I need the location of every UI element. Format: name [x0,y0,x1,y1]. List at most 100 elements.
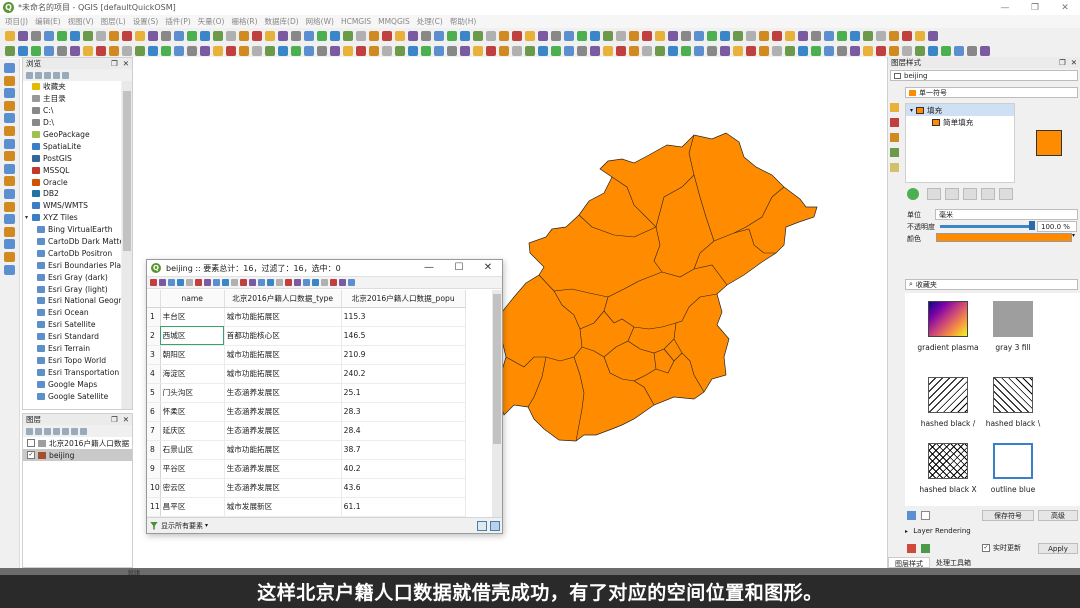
browser-item[interactable]: Esri Satellite [23,319,121,331]
redo-icon[interactable] [654,45,665,56]
cut-features-icon[interactable] [602,45,613,56]
cell-name[interactable]: 丰台区 [160,307,225,327]
layout-manager-icon[interactable] [69,30,80,41]
add-wcs-icon[interactable] [4,214,15,225]
layout-manager-icon[interactable] [849,30,860,41]
browser-item[interactable]: ▾ XYZ Tiles [23,212,121,224]
edit-toggle-icon[interactable] [277,45,288,56]
browser-item[interactable]: Esri National Geogra [23,295,121,307]
cell-name[interactable]: 海淀区 [160,364,225,384]
save-project-icon[interactable] [420,30,431,41]
zoom-last-icon[interactable] [186,30,197,41]
add-vector-layer-icon[interactable] [4,63,15,73]
refresh-icon[interactable] [628,30,639,41]
style-manager-icon[interactable] [472,30,483,41]
select-features-icon[interactable] [264,30,275,41]
history-tab-icon[interactable] [890,163,899,172]
expand-all-icon[interactable] [62,427,69,435]
zoom-full-icon[interactable] [147,30,158,41]
pan-to-selection-icon[interactable] [888,30,899,41]
select-features-icon[interactable] [654,30,665,41]
filter-legend-icon[interactable] [53,427,60,435]
add-symbol-layer-icon[interactable] [907,188,919,200]
add-geopackage-icon[interactable] [4,113,15,124]
show-hide-label-icon[interactable] [173,45,184,56]
cell-popu[interactable]: 146.5 [341,326,466,346]
opacity-slider[interactable] [940,225,1030,228]
cell-type[interactable]: 生态涵养发展区 [224,383,342,403]
edit-toggle-icon[interactable] [17,45,28,56]
paste-features-icon[interactable] [628,45,639,56]
rotate-label-icon[interactable] [199,45,210,56]
delete-selected-icon[interactable] [329,45,340,56]
delete-selected-icon[interactable] [589,45,600,56]
close-panel-icon[interactable]: ✕ [123,59,129,68]
remove-layer-icon[interactable] [80,427,87,435]
temporal-controller-icon[interactable] [615,30,626,41]
pin-label-icon[interactable] [680,45,691,56]
zoom-in-icon[interactable] [511,30,522,41]
select-by-value-icon[interactable] [680,30,691,41]
copy-features-icon[interactable] [95,45,106,56]
bookmark-icon[interactable] [381,30,392,41]
browser-item[interactable]: PostGIS [23,152,121,164]
field-calculator-icon[interactable] [316,30,327,41]
symbol-library-item[interactable]: hashed black X [915,443,981,494]
layout-manager-icon[interactable] [459,30,470,41]
zoom-to-layer-icon[interactable] [563,30,574,41]
snapping-icon[interactable] [238,45,249,56]
redo-icon[interactable] [134,45,145,56]
move-selection-top-icon[interactable] [276,279,283,286]
style-manager-icon[interactable] [82,30,93,41]
browser-item[interactable]: CartoDb Positron [23,247,121,259]
cell-popu[interactable]: 240.2 [341,364,466,384]
deselect-icon[interactable] [277,30,288,41]
column-header-name[interactable]: name [160,290,225,308]
deselect-icon[interactable] [667,30,678,41]
cut-features-icon[interactable] [82,45,93,56]
manage-map-themes-icon[interactable] [44,427,51,435]
deselect-icon[interactable] [258,279,265,286]
zoom-full-icon[interactable] [537,30,548,41]
cell-popu[interactable]: 25.1 [341,383,466,403]
menu-help[interactable]: 帮助(H) [450,16,477,27]
chevron-down-icon[interactable]: ▾ [205,522,208,529]
close-panel-icon[interactable]: ✕ [123,415,129,424]
browser-item[interactable]: Esri Gray (dark) [23,271,121,283]
save-as-icon[interactable] [43,30,54,41]
move-label-icon[interactable] [446,45,457,56]
dock-icon[interactable] [348,279,355,286]
open-project-icon[interactable] [407,30,418,41]
live-update-checkbox[interactable]: ✓ [982,544,990,552]
attribute-table-scrollbar[interactable] [492,290,502,518]
zoom-full-icon[interactable] [927,30,938,41]
browser-item[interactable]: GeoPackage [23,129,121,141]
symbol-library-item[interactable]: gray 3 fill [980,301,1046,352]
measure-icon[interactable] [342,30,353,41]
add-feature-icon[interactable] [303,45,314,56]
add-spatialite-icon[interactable] [4,126,15,136]
unit-selector[interactable]: 毫米 [935,209,1078,220]
toggle-editing-icon[interactable] [150,279,157,286]
bookmark-icon[interactable] [771,30,782,41]
paste-icon[interactable] [222,279,229,286]
open-project-icon[interactable] [17,30,28,41]
add-virtual-layer-icon[interactable] [4,189,15,199]
cell-type[interactable]: 城市功能拓展区 [224,345,342,365]
save-as-icon[interactable] [433,30,444,41]
add-selected-layers-icon[interactable] [26,71,33,79]
identify-icon[interactable] [251,30,262,41]
table-row[interactable]: 5 门头沟区 生态涵养发展区 25.1 [147,383,466,403]
table-row[interactable]: 9 平谷区 生态涵养发展区 40.2 [147,459,466,479]
layer-visibility-checkbox[interactable] [27,439,35,447]
advanced-digitize-icon[interactable] [251,45,262,56]
show-hide-label-icon[interactable] [433,45,444,56]
cell-name[interactable]: 西城区 [160,326,225,346]
vertex-tool-icon[interactable] [316,45,327,56]
new-project-icon[interactable] [394,30,405,41]
delete-feature-icon[interactable] [195,279,202,286]
select-by-value-icon[interactable] [290,30,301,41]
cell-type[interactable]: 城市功能拓展区 [224,440,342,460]
cell-name[interactable]: 朝阳区 [160,345,225,365]
add-feature-icon[interactable] [823,45,834,56]
